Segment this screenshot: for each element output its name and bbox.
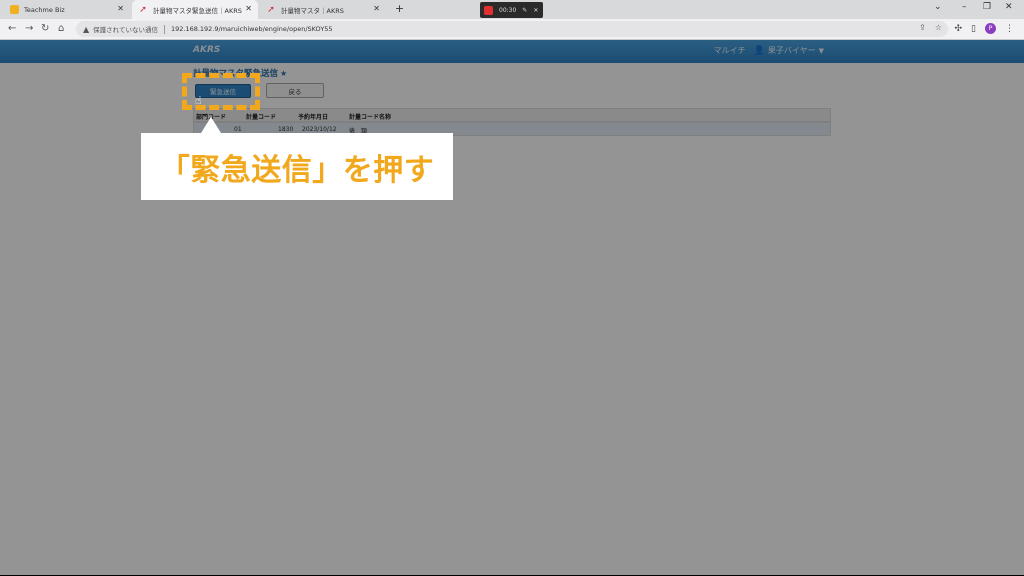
tab-teachme[interactable]: Teachme Biz ✕ <box>4 0 130 19</box>
tab-emergency-send[interactable]: ➚ 計量物マスタ緊急送信｜AKRS ✕ <box>132 0 258 19</box>
column-header: 計量コード名称 <box>349 114 392 121</box>
forward-arrow-icon[interactable]: → <box>25 23 33 34</box>
warning-icon[interactable]: ▲ <box>83 25 89 34</box>
hand-cursor-icon: ☝ <box>195 94 202 107</box>
table-header: 部門コード 計量コード 予約年月日 計量コード名称 <box>193 108 831 122</box>
reload-icon[interactable]: ↻ <box>41 23 49 34</box>
home-icon[interactable]: ⌂ <box>58 23 64 34</box>
edit-icon[interactable]: ✎ <box>522 7 527 14</box>
teachme-icon <box>10 5 19 14</box>
table-cell: 01 <box>234 126 242 133</box>
table-cell: 2023/10/12 <box>302 126 337 133</box>
chevron-down-icon[interactable]: ⌄ <box>934 2 942 12</box>
tab-label: 計量物マスタ｜AKRS <box>281 6 344 15</box>
address-bar[interactable]: ▲ 保護されていない通信 192.168.192.9/maruichiweb/e… <box>76 21 948 37</box>
recorder-time: 00:30 <box>499 6 517 14</box>
close-icon[interactable]: ✕ <box>533 7 538 14</box>
divider <box>163 24 165 34</box>
minimize-icon[interactable]: – <box>962 2 967 12</box>
menu-dots-icon[interactable]: ⋮ <box>1005 24 1014 34</box>
header-user: マルイチ 👤 果子バイヤー ▼ <box>714 45 824 56</box>
side-panel-icon[interactable]: ▯ <box>971 24 976 34</box>
url-text[interactable]: 192.168.192.9/maruichiweb/engine/open/SK… <box>171 25 333 33</box>
app-header: AKRS マルイチ 👤 果子バイヤー ▼ <box>0 40 1024 63</box>
back-button[interactable]: 戻る <box>266 83 324 98</box>
close-icon[interactable]: ✕ <box>373 4 380 13</box>
akrs-icon: ➚ <box>267 4 275 15</box>
browser-tab-bar: Teachme Biz ✕ ➚ 計量物マスタ緊急送信｜AKRS ✕ ➚ 計量物マ… <box>0 0 1024 19</box>
share-icon[interactable]: ⇪ <box>919 23 926 32</box>
bookmark-star-icon[interactable]: ☆ <box>935 23 942 32</box>
highlight-box <box>182 73 260 110</box>
window-close-icon[interactable]: ✕ <box>1005 2 1013 12</box>
new-tab-button[interactable]: + <box>393 3 406 16</box>
browser-toolbar: ← → ↻ ⌂ ▲ 保護されていない通信 192.168.192.9/marui… <box>0 19 1024 40</box>
user-icon: 👤 <box>753 45 765 56</box>
favorite-star-icon[interactable]: ★ <box>280 69 287 78</box>
column-header: 予約年月日 <box>298 114 329 121</box>
tab-master[interactable]: ➚ 計量物マスタ｜AKRS ✕ <box>260 0 386 19</box>
tab-label: 計量物マスタ緊急送信｜AKRS <box>153 6 242 15</box>
extensions-icon[interactable]: ✣ <box>955 24 963 34</box>
tab-label: Teachme Biz <box>24 5 65 14</box>
caret-down-icon: ▼ <box>818 46 824 55</box>
stop-record-icon[interactable] <box>484 5 493 15</box>
app-logo[interactable]: AKRS <box>193 45 220 55</box>
user-menu[interactable]: 👤 果子バイヤー ▼ <box>754 45 824 56</box>
close-icon[interactable]: ✕ <box>245 4 252 13</box>
company-name: マルイチ <box>713 46 746 55</box>
insecure-label: 保護されていない通信 <box>93 26 158 34</box>
callout-text: 「緊急送信」を押す <box>159 152 435 188</box>
column-header: 計量コード <box>246 114 277 121</box>
akrs-icon: ➚ <box>139 4 147 15</box>
profile-avatar[interactable]: P <box>985 23 996 34</box>
callout-pointer <box>201 117 221 133</box>
restore-icon[interactable]: ❐ <box>983 2 991 12</box>
instruction-callout: 「緊急送信」を押す <box>141 133 453 200</box>
table-cell: 1830 <box>278 126 294 133</box>
close-icon[interactable]: ✕ <box>117 4 124 13</box>
web-page: AKRS マルイチ 👤 果子バイヤー ▼ 計量物マスタ緊急送信 ★ 緊急送信 戻る… <box>0 40 1024 575</box>
user-name: 果子バイヤー <box>767 46 816 55</box>
back-arrow-icon[interactable]: ← <box>8 23 16 34</box>
recorder-widget: 00:30 ✎ ✕ <box>480 2 543 18</box>
